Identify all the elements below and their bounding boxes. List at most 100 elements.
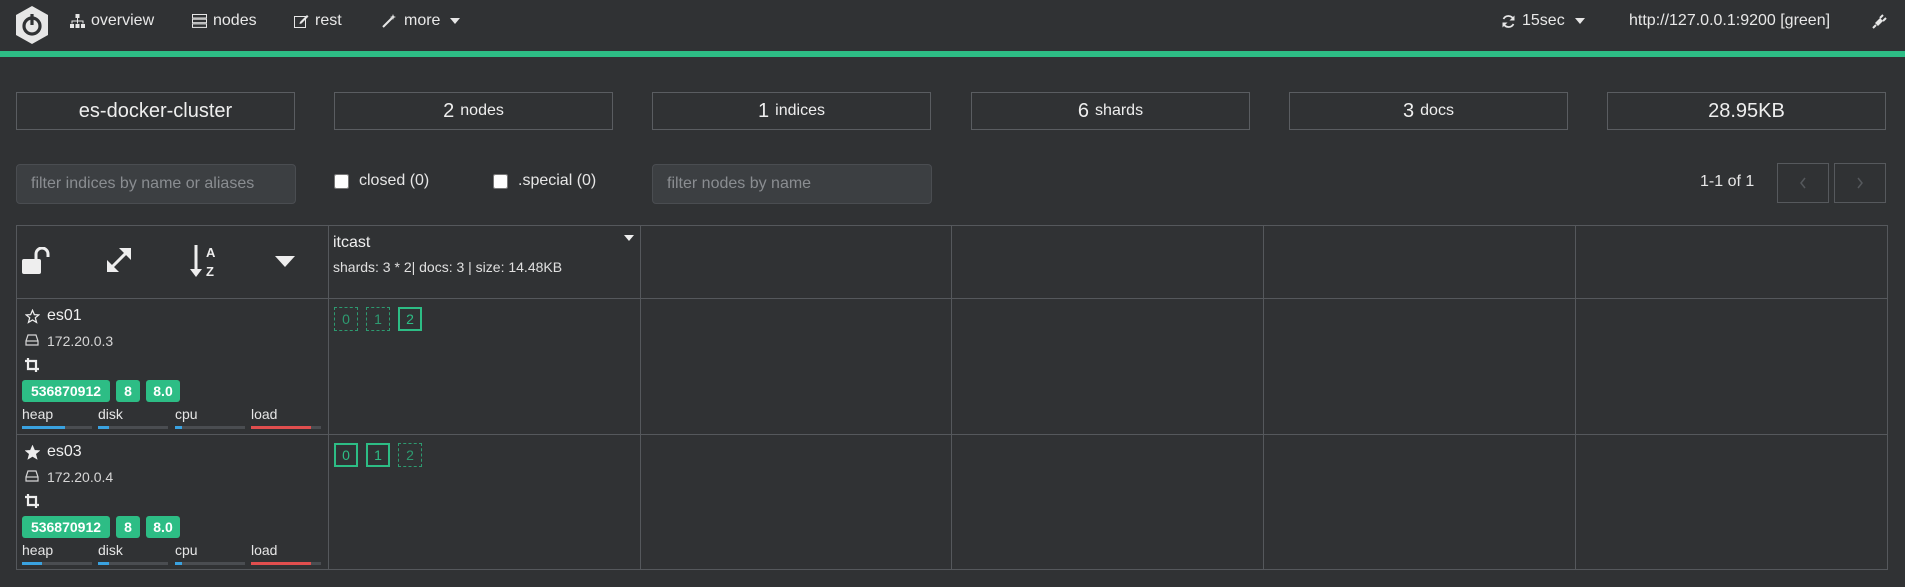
sort-alpha-icon[interactable]: A Z — [190, 243, 222, 279]
hdd-icon — [25, 470, 39, 482]
shard-1-replica[interactable]: 1 — [366, 307, 390, 331]
plug-icon[interactable] — [1871, 14, 1887, 30]
node-ip: 172.20.0.3 — [47, 333, 114, 349]
master-star-filled-icon — [25, 445, 40, 460]
metric-bar-disk — [98, 562, 168, 565]
node-ip: 172.20.0.4 — [47, 469, 114, 485]
docs-count-label: docs — [1420, 102, 1454, 119]
elasticvue-logo-icon[interactable] — [14, 5, 50, 45]
index-menu-caret-icon[interactable] — [624, 235, 634, 241]
node-name[interactable]: es01 — [47, 307, 82, 325]
metric-fill-heap — [22, 426, 65, 429]
shard-0-replica[interactable]: 0 — [334, 307, 358, 331]
metric-fill-load — [251, 426, 311, 429]
node-badge: 8 — [116, 516, 140, 538]
closed-checkbox-input[interactable] — [334, 173, 349, 189]
svg-text:Z: Z — [206, 264, 214, 279]
cluster-name: es-docker-cluster — [78, 99, 233, 122]
node-badge: 8.0 — [146, 380, 180, 402]
metric-bar-heap — [22, 562, 92, 565]
refresh-interval-label: 15sec — [1522, 12, 1565, 29]
grid-line — [1887, 225, 1888, 570]
sitemap-icon — [70, 14, 85, 28]
metric-label-disk: disk — [98, 406, 123, 422]
nodes-count-box: 2 nodes — [334, 92, 613, 130]
grid-line — [328, 225, 329, 570]
top-nav — [0, 0, 1905, 46]
size-box: 28.95KB — [1607, 92, 1886, 130]
indices-count-label: indices — [775, 102, 825, 119]
nav-nodes-label: nodes — [213, 12, 257, 29]
caret-down-icon — [450, 18, 461, 24]
prev-page-button[interactable] — [1777, 163, 1829, 203]
node-name[interactable]: es03 — [47, 443, 82, 461]
shard-1-primary[interactable]: 1 — [366, 443, 390, 467]
metric-bar-load — [251, 426, 321, 429]
shard-0-primary[interactable]: 0 — [334, 443, 358, 467]
caret-down-icon[interactable] — [275, 256, 295, 267]
grid-line — [1263, 225, 1264, 570]
metric-bar-cpu — [175, 426, 245, 429]
svg-text:A: A — [206, 245, 216, 260]
filter-indices-input[interactable] — [16, 164, 296, 204]
metric-fill-disk — [98, 562, 109, 565]
node-badge: 8.0 — [146, 516, 180, 538]
special-checkbox-label: .special (0) — [518, 172, 597, 189]
metric-bar-cpu — [175, 562, 245, 565]
metric-fill-cpu — [175, 426, 182, 429]
cluster-status-bar — [0, 51, 1905, 57]
index-name[interactable]: itcast — [333, 234, 370, 252]
metric-fill-heap — [22, 562, 42, 565]
indices-count: 1 — [758, 99, 770, 122]
grid-line — [16, 434, 1888, 435]
chevron-right-icon — [1857, 177, 1863, 189]
grid-line — [1575, 225, 1576, 570]
next-page-button[interactable] — [1834, 163, 1886, 203]
node-badge: 8 — [116, 380, 140, 402]
nav-more-dropdown[interactable]: more — [382, 12, 461, 30]
server-icon — [192, 14, 207, 28]
special-checkbox[interactable]: .special (0) — [493, 172, 596, 190]
shards-count-box: 6 shards — [971, 92, 1250, 130]
node-badge: 536870912 — [22, 516, 110, 538]
closed-checkbox[interactable]: closed (0) — [334, 172, 429, 190]
refresh-interval-dropdown[interactable]: 15sec — [1501, 12, 1585, 30]
metric-label-heap: heap — [22, 542, 54, 558]
magic-wand-icon — [382, 14, 396, 28]
metric-label-cpu: cpu — [175, 542, 198, 558]
grid-line — [16, 225, 1888, 226]
grid-line — [16, 569, 1888, 570]
grid-line — [16, 298, 1888, 299]
hdd-icon — [25, 334, 39, 346]
metric-bar-disk — [98, 426, 168, 429]
metric-label-cpu: cpu — [175, 406, 198, 422]
total-size: 28.95KB — [1708, 99, 1785, 122]
docs-count: 3 — [1403, 99, 1415, 122]
grid-line — [951, 225, 952, 570]
indices-count-box: 1 indices — [652, 92, 931, 130]
unlock-icon[interactable] — [22, 247, 52, 275]
shard-2-replica[interactable]: 2 — [398, 443, 422, 467]
expand-icon[interactable] — [105, 246, 133, 274]
shard-2-primary[interactable]: 2 — [398, 307, 422, 331]
refresh-icon — [1502, 14, 1515, 28]
metric-bar-heap — [22, 426, 92, 429]
nodes-count-label: nodes — [460, 102, 504, 119]
nav-nodes[interactable]: nodes — [192, 12, 257, 30]
nav-overview-label: overview — [91, 12, 155, 29]
metric-fill-load — [251, 562, 311, 565]
filter-nodes-input[interactable] — [652, 164, 932, 204]
nav-overview[interactable]: overview — [70, 12, 154, 30]
cluster-name-box: es-docker-cluster — [16, 92, 295, 130]
metric-label-disk: disk — [98, 542, 123, 558]
nav-more-label: more — [404, 12, 441, 29]
master-star-outline-icon — [25, 309, 40, 324]
docs-count-box: 3 docs — [1289, 92, 1568, 130]
pagination-info: 1-1 of 1 — [1700, 173, 1755, 190]
metric-label-load: load — [251, 406, 278, 422]
special-checkbox-input[interactable] — [493, 173, 508, 189]
nav-rest[interactable]: rest — [294, 12, 342, 30]
crop-icon — [25, 494, 39, 508]
nav-rest-label: rest — [315, 12, 342, 29]
cluster-url[interactable]: http://127.0.0.1:9200 [green] — [1629, 12, 1830, 30]
